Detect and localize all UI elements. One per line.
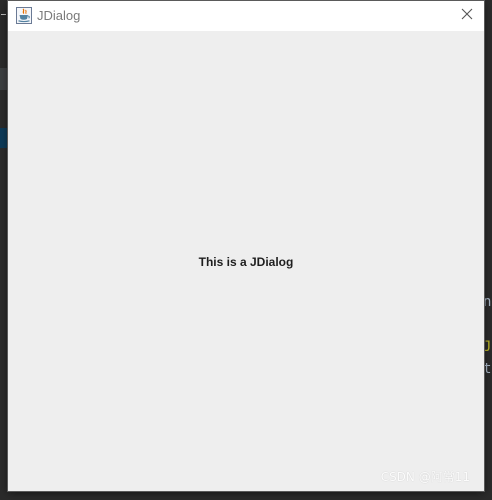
background-code-fragment: ns (484, 294, 492, 310)
background-code-fragment: ts (484, 361, 492, 377)
background-ide-panel (0, 68, 8, 90)
dialog-content-pane: This is a JDialog CSDN @阿常11 (8, 31, 484, 491)
window-title: JDialog (37, 8, 81, 23)
dialog-message-label: This is a JDialog (198, 255, 294, 269)
jdialog-window: JDialog This is a JDialog CSDN @阿常11 (8, 1, 484, 491)
background-code-fragment: J (484, 339, 492, 355)
title-bar[interactable]: JDialog (8, 1, 484, 31)
background-ide-tick (1, 14, 6, 15)
watermark: CSDN @阿常11 (380, 470, 470, 484)
close-button[interactable] (450, 1, 484, 31)
background-ide-selection (0, 128, 8, 148)
close-icon (461, 7, 473, 25)
java-coffee-cup-icon (16, 7, 32, 24)
